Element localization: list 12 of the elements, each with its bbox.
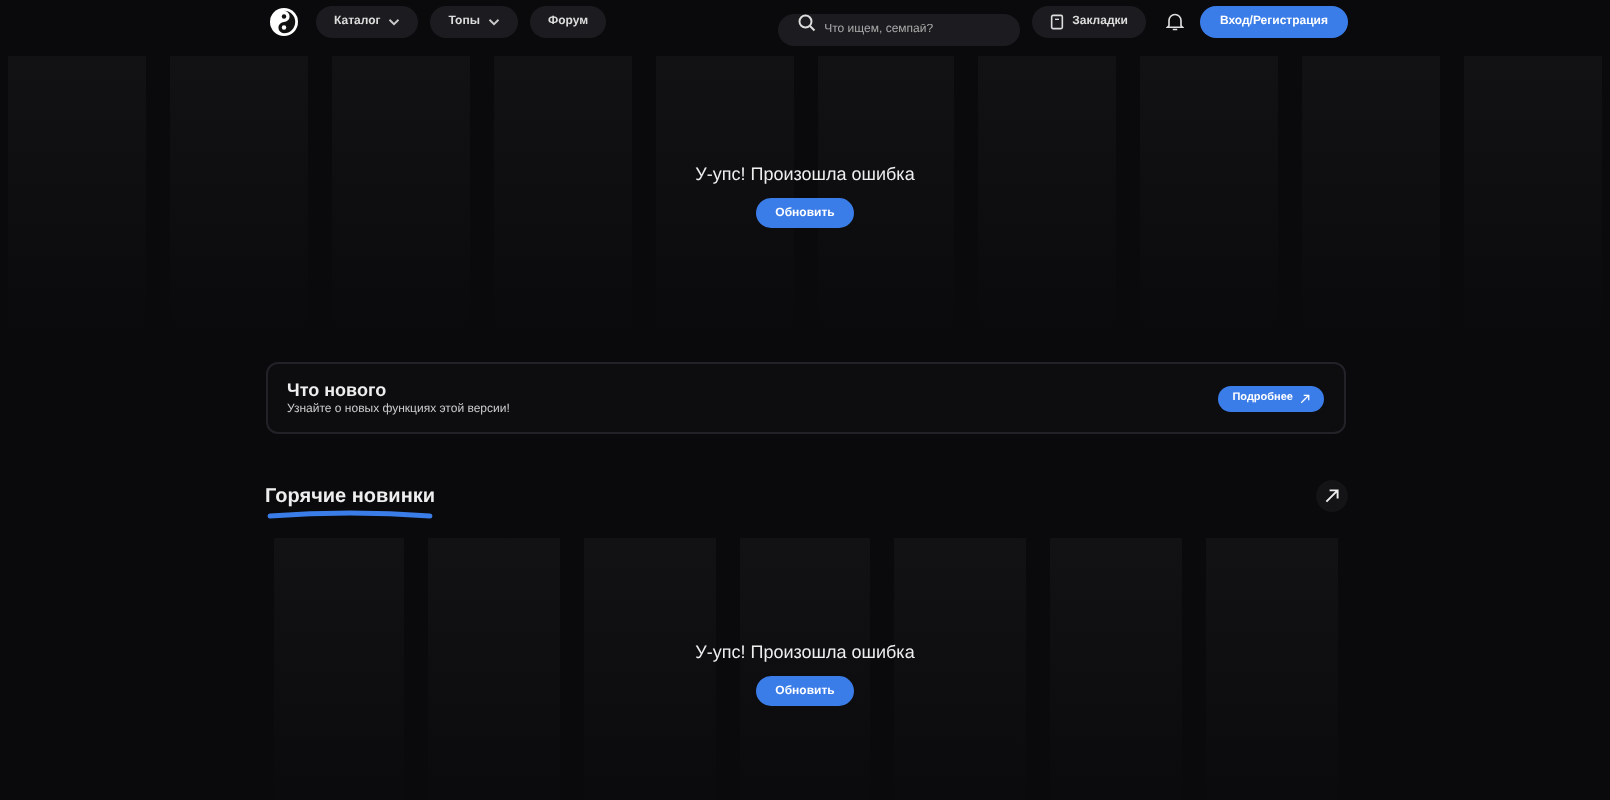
bell-icon[interactable] (1165, 12, 1184, 32)
error-message: У-упс! Произошла ошибка (695, 642, 915, 662)
logo-icon[interactable] (270, 8, 298, 36)
open-section-button[interactable] (1315, 480, 1347, 512)
card-title: Что нового (287, 380, 389, 400)
arrow-icon (1323, 488, 1339, 504)
caret-icon (487, 18, 500, 26)
section-title: Горячие новинки (265, 485, 436, 507)
bookmark-icon (1050, 14, 1065, 30)
arrow-icon (1299, 393, 1309, 403)
caret-icon (388, 18, 401, 26)
error-message: У-упс! Произошла ошибка (695, 164, 915, 184)
